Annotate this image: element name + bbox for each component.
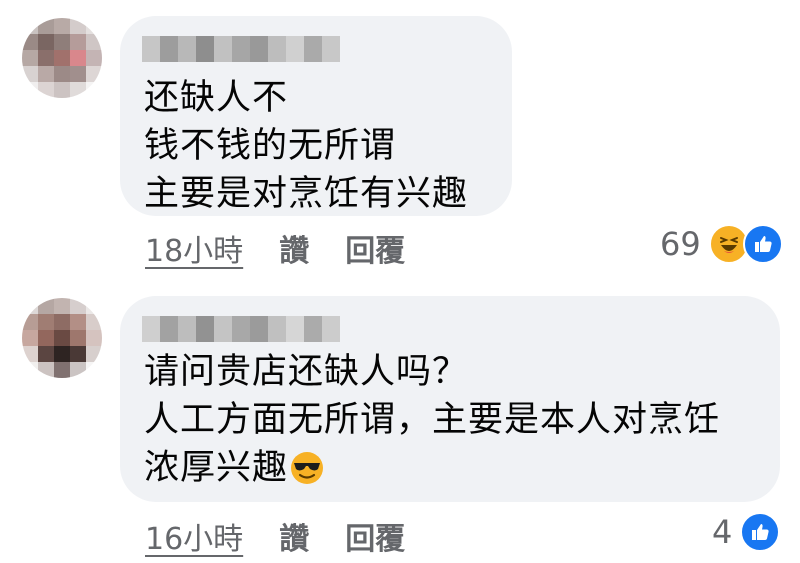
comment-line: 还缺人不 bbox=[144, 78, 289, 118]
comment-bubble: 请问贵店还缺人吗？ 人工方面无所谓，主要是本人对烹饪 浓厚兴趣 bbox=[120, 296, 780, 502]
comment-text: 还缺人不 钱不钱的无所谓 主要是对烹饪有兴趣 bbox=[144, 74, 468, 218]
comment-line-with-emoji: 浓厚兴趣 bbox=[144, 444, 720, 498]
comment-line: 主要是对烹饪有兴趣 bbox=[144, 174, 469, 214]
reaction-count: 69 bbox=[660, 225, 701, 263]
commenter-name-redacted[interactable] bbox=[142, 36, 340, 62]
reply-button[interactable]: 回覆 bbox=[345, 226, 405, 270]
like-icon bbox=[740, 512, 781, 552]
like-icon bbox=[742, 224, 783, 264]
comment-line: 请问贵店还缺人吗？ bbox=[144, 352, 469, 392]
comment-line: 钱不钱的无所谓 bbox=[144, 126, 397, 166]
comment-bubble: 还缺人不 钱不钱的无所谓 主要是对烹饪有兴趣 bbox=[120, 16, 512, 216]
reply-button[interactable]: 回覆 bbox=[345, 514, 405, 558]
comment-actions: 16小時 讚 回覆 bbox=[145, 514, 405, 558]
like-button[interactable]: 讚 bbox=[279, 226, 309, 270]
comment-line: 浓厚兴趣 bbox=[144, 448, 289, 488]
commenter-name-redacted[interactable] bbox=[142, 316, 340, 342]
comment-line: 人工方面无所谓，主要是本人对烹饪 bbox=[144, 400, 721, 440]
comment-text: 请问贵店还缺人吗？ 人工方面无所谓，主要是本人对烹饪 浓厚兴趣 bbox=[144, 348, 720, 498]
avatar[interactable] bbox=[22, 298, 102, 378]
comment-timestamp[interactable]: 18小時 bbox=[145, 226, 243, 270]
reaction-count: 4 bbox=[712, 513, 733, 551]
avatar[interactable] bbox=[22, 18, 102, 98]
sunglasses-emoji bbox=[290, 450, 324, 498]
reaction-summary[interactable]: 69 bbox=[660, 224, 783, 264]
comment-actions: 18小時 讚 回覆 bbox=[145, 226, 405, 270]
comment-timestamp[interactable]: 16小時 bbox=[145, 514, 243, 558]
reaction-summary[interactable]: 4 bbox=[712, 512, 781, 552]
like-button[interactable]: 讚 bbox=[279, 514, 309, 558]
